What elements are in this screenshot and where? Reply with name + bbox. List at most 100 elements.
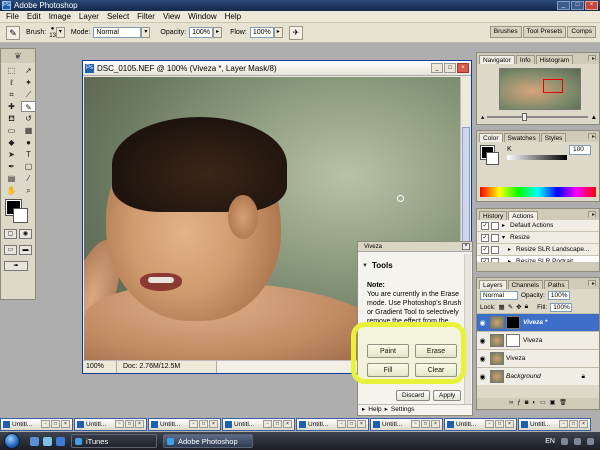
- minimize-icon[interactable]: _: [557, 1, 570, 10]
- background-color-swatch[interactable]: [13, 208, 28, 223]
- airbrush-icon[interactable]: ✈: [288, 25, 303, 40]
- minimized-doc[interactable]: Untitl... ▫ □ ×: [370, 418, 443, 431]
- quick-mask-mode-icon[interactable]: ◉: [19, 229, 32, 239]
- k-value-field[interactable]: 100: [569, 145, 591, 155]
- settings-triangle-icon[interactable]: ▸: [385, 405, 388, 415]
- menu-edit[interactable]: Edit: [23, 12, 45, 21]
- link-layers-icon[interactable]: ∞: [509, 398, 513, 409]
- layer-style-icon[interactable]: ƒ: [517, 398, 520, 409]
- layer-row[interactable]: ◉ Viveza: [477, 349, 599, 367]
- viveza-title-bar[interactable]: Viveza ×: [358, 242, 472, 252]
- mode-dropdown-icon[interactable]: ▾: [141, 27, 151, 38]
- brush-picker-dropdown[interactable]: ▾: [55, 27, 65, 38]
- minimized-doc[interactable]: Untitl... ▫ □ ×: [296, 418, 369, 431]
- hand-tool-icon[interactable]: ✋: [4, 185, 19, 196]
- document-title-bar[interactable]: Ps DSC_0105.NEF @ 100% (Viveza *, Layer …: [83, 61, 471, 76]
- eye-icon[interactable]: ◉: [477, 319, 488, 327]
- expand-icon[interactable]: ▾: [502, 234, 510, 241]
- volume-icon[interactable]: [587, 437, 594, 445]
- crop-tool-icon[interactable]: ⌗: [4, 89, 19, 100]
- minimized-doc[interactable]: Untitl... ▫ □ ×: [74, 418, 147, 431]
- opacity-slider-icon[interactable]: ▸: [213, 27, 223, 38]
- shape-tool-icon[interactable]: ▢: [21, 161, 36, 172]
- menu-image[interactable]: Image: [45, 12, 75, 21]
- brush-tool-icon[interactable]: ✎: [6, 25, 20, 40]
- flow-slider-icon[interactable]: ▸: [273, 27, 283, 38]
- clone-stamp-tool-icon[interactable]: ⛾: [4, 113, 19, 124]
- tab-info[interactable]: Info: [515, 55, 535, 64]
- new-group-icon[interactable]: ▭: [540, 398, 546, 409]
- layer-mask-thumbnail[interactable]: [506, 334, 520, 347]
- minimized-doc[interactable]: Untitl... ▫ □ ×: [444, 418, 517, 431]
- layer-thumbnail[interactable]: [490, 316, 504, 329]
- navigator-view-box[interactable]: [543, 79, 563, 93]
- close-icon[interactable]: ×: [585, 1, 598, 10]
- layer-thumbnail[interactable]: [490, 370, 504, 383]
- brush-size-preset[interactable]: ● 13: [49, 26, 56, 40]
- switch-windows-icon[interactable]: [43, 436, 52, 446]
- doc-close-icon[interactable]: ×: [457, 63, 469, 73]
- lock-position-icon[interactable]: ✥: [516, 303, 521, 311]
- screen-mode-standard-icon[interactable]: ▭: [4, 245, 17, 255]
- palette-well-brushes[interactable]: Brushes: [489, 26, 522, 38]
- tray-arrow-icon[interactable]: [561, 437, 568, 445]
- palette-well-comps[interactable]: Comps: [567, 26, 596, 38]
- magic-wand-tool-icon[interactable]: ✦: [21, 77, 36, 88]
- tab-navigator[interactable]: Navigator: [479, 55, 515, 64]
- start-button-icon[interactable]: [4, 433, 20, 449]
- ie-icon[interactable]: [56, 436, 65, 446]
- tab-histogram[interactable]: Histogram: [535, 55, 574, 64]
- menu-help[interactable]: Help: [221, 12, 245, 21]
- screen-mode-full-icon[interactable]: ▬: [19, 245, 32, 255]
- palette-well-tool-presets[interactable]: Tool Presets: [522, 26, 567, 38]
- k-slider[interactable]: [507, 155, 567, 160]
- gradient-tool-icon[interactable]: ▦: [21, 125, 36, 136]
- marquee-tool-icon[interactable]: ⬚: [4, 65, 19, 76]
- minimized-doc[interactable]: Untitl... ▫ □ ×: [148, 418, 221, 431]
- network-icon[interactable]: [574, 437, 581, 445]
- mode-select[interactable]: Normal: [93, 27, 142, 38]
- action-set-resize[interactable]: ✓ ▾ Resize: [477, 232, 599, 244]
- menu-file[interactable]: File: [2, 12, 23, 21]
- notes-tool-icon[interactable]: ▤: [4, 173, 19, 184]
- healing-tool-icon[interactable]: ✚: [4, 101, 19, 112]
- layer-thumbnail[interactable]: [490, 352, 504, 365]
- layer-mask-thumbnail[interactable]: [506, 316, 520, 329]
- new-layer-icon[interactable]: ▣: [550, 398, 556, 409]
- document-size-info[interactable]: Doc: 2.76M/12.5M: [117, 361, 217, 373]
- lasso-tool-icon[interactable]: ℓ: [4, 77, 19, 88]
- lock-image-icon[interactable]: ✎: [508, 303, 513, 311]
- color-background-swatch[interactable]: [486, 152, 499, 165]
- blur-tool-icon[interactable]: ◆: [4, 137, 19, 148]
- tab-swatches[interactable]: Swatches: [503, 133, 540, 142]
- path-selection-tool-icon[interactable]: ➤: [4, 149, 19, 160]
- scroll-thumb[interactable]: [462, 127, 470, 247]
- palette-menu-icon[interactable]: ▸: [588, 211, 596, 218]
- palette-menu-icon[interactable]: ▸: [588, 55, 596, 62]
- eye-icon[interactable]: ◉: [477, 373, 488, 381]
- lock-all-icon[interactable]: 🔒︎: [525, 303, 528, 311]
- viveza-settings-link[interactable]: Settings: [391, 405, 415, 415]
- menu-select[interactable]: Select: [103, 12, 133, 21]
- minimized-doc[interactable]: Untitl... ▫ □ ×: [222, 418, 295, 431]
- doc-minimize-icon[interactable]: _: [431, 63, 443, 73]
- action-check-icon[interactable]: ✓: [481, 233, 489, 242]
- show-desktop-icon[interactable]: [30, 436, 39, 446]
- layer-row[interactable]: ◉ Viveza: [477, 331, 599, 349]
- layer-opacity-field[interactable]: 100%: [547, 290, 570, 300]
- trash-icon[interactable]: 🗑︎: [559, 398, 567, 409]
- viveza-close-icon[interactable]: ×: [462, 243, 470, 250]
- expand-icon[interactable]: ▸: [508, 246, 516, 253]
- brush-tool-icon-box[interactable]: ✎: [21, 101, 36, 112]
- action-resize-landscape[interactable]: ✓ ▸ Resize SLR Landscape...: [477, 244, 599, 256]
- layer-thumbnail[interactable]: [490, 334, 504, 347]
- blend-mode-select[interactable]: Normal: [480, 290, 518, 300]
- action-check-icon[interactable]: ✓: [481, 221, 489, 230]
- palette-menu-icon[interactable]: ▸: [588, 133, 596, 140]
- zoom-tool-icon[interactable]: ⌕: [21, 185, 36, 196]
- menu-filter[interactable]: Filter: [133, 12, 159, 21]
- eyedropper-tool-icon[interactable]: ⁄: [21, 173, 36, 184]
- move-tool-icon[interactable]: ➚: [21, 65, 36, 76]
- add-mask-icon[interactable]: ◙: [525, 398, 529, 409]
- tab-channels[interactable]: Channels: [507, 280, 543, 289]
